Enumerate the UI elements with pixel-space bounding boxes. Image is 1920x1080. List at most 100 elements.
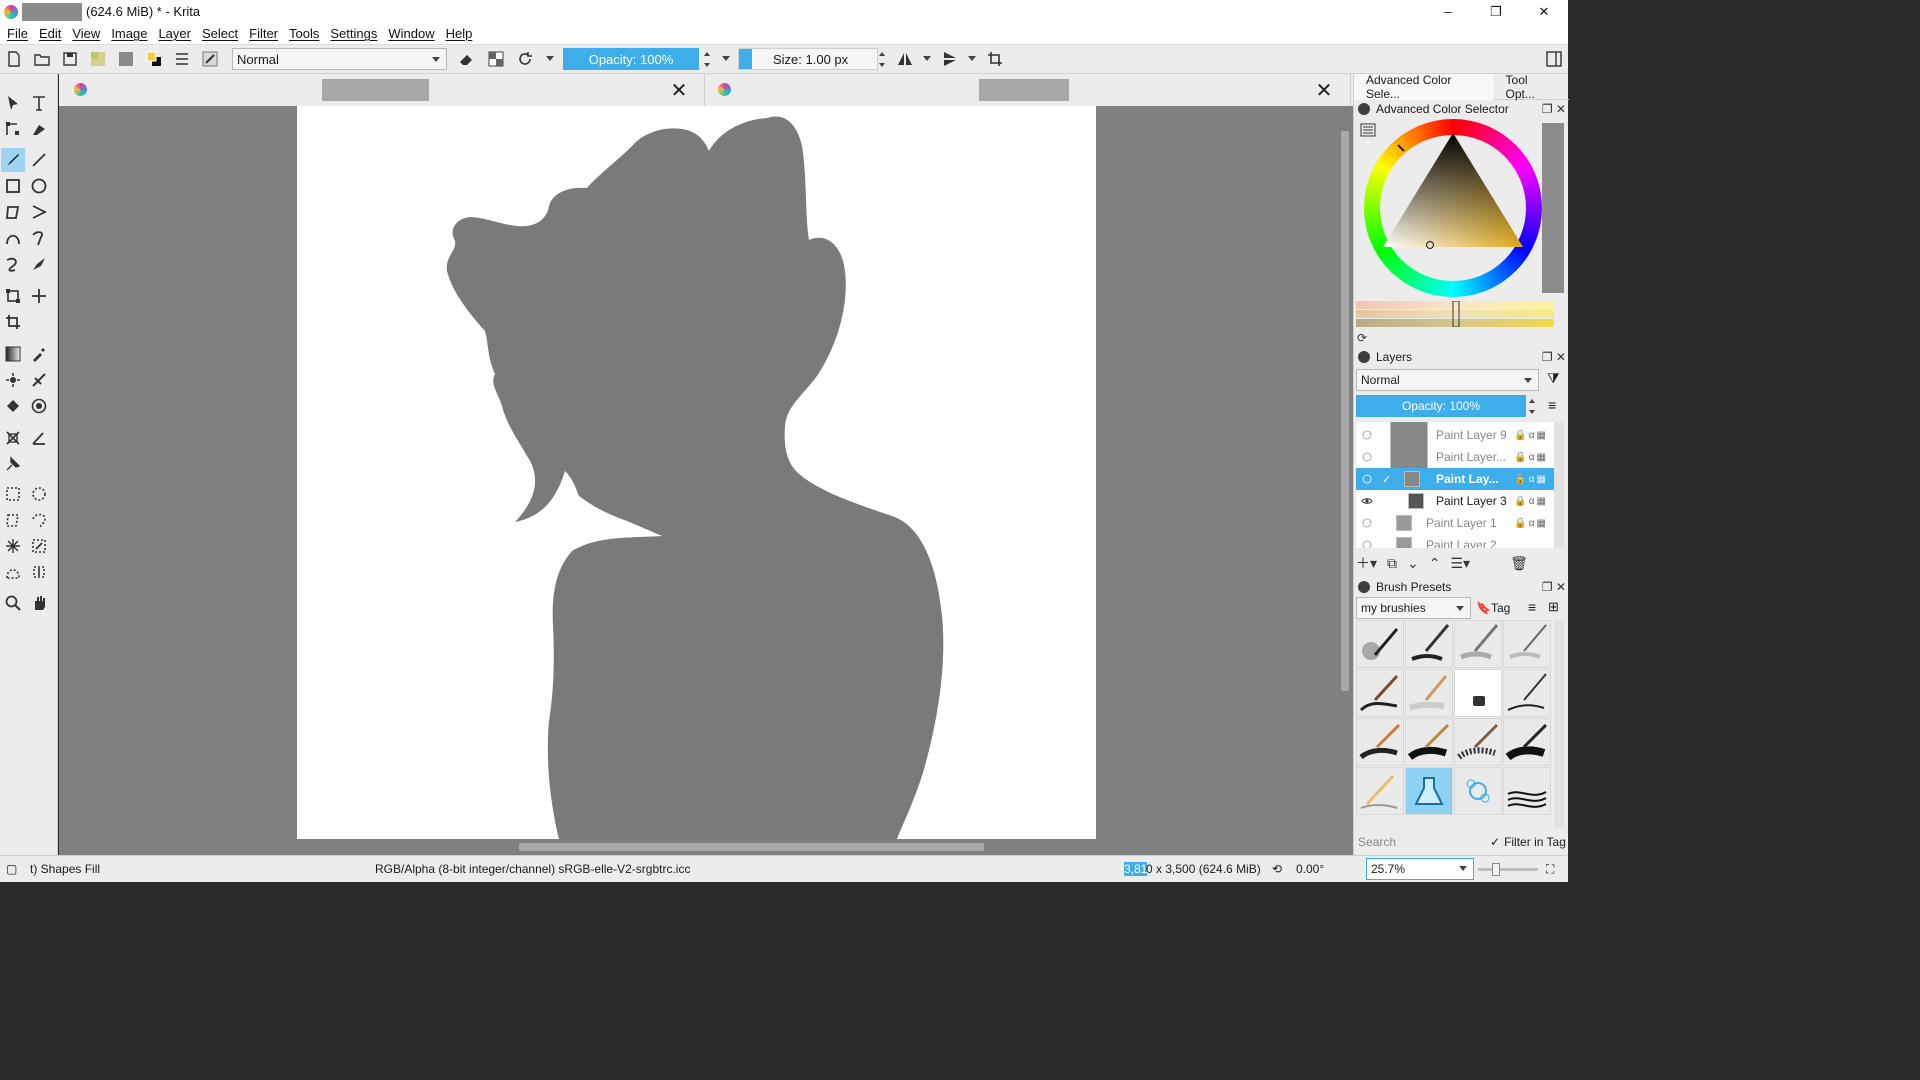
opacity-spinner[interactable] xyxy=(701,48,713,70)
pattern-preset-icon[interactable] xyxy=(112,46,140,72)
reference-icon[interactable] xyxy=(1,452,25,476)
refresh-icon[interactable]: ⟳ xyxy=(1357,331,1367,345)
docker-float-close-icon[interactable]: ❐ ✕ xyxy=(1542,580,1566,594)
mirror-v-dropdown-icon[interactable] xyxy=(968,56,976,61)
workspace-icon[interactable] xyxy=(1540,46,1568,72)
size-slider[interactable]: Size: 1.00 px xyxy=(738,48,878,70)
wrap-around-icon[interactable] xyxy=(981,46,1009,72)
freehand-brush-icon[interactable] xyxy=(1,148,25,172)
maximize-button[interactable]: ❐ xyxy=(1472,0,1520,23)
brush-preset[interactable] xyxy=(1405,669,1453,717)
layer-row[interactable]: Paint Layer... 🔒α▦ xyxy=(1356,446,1554,468)
color-wheel[interactable] xyxy=(1364,119,1542,297)
menu-image[interactable]: Image xyxy=(107,26,151,41)
status-rotation[interactable]: 0.00° xyxy=(1296,862,1324,876)
rotation-icon[interactable]: ⟲ xyxy=(1272,862,1282,876)
eraser-icon[interactable] xyxy=(452,46,480,72)
mirror-h-dropdown-icon[interactable] xyxy=(923,56,931,61)
brush-preset[interactable] xyxy=(1503,718,1551,766)
delete-layer-icon[interactable]: 🗑 xyxy=(1510,555,1528,572)
layers-blend-select[interactable]: Normal xyxy=(1356,369,1539,391)
menu-settings[interactable]: Settings xyxy=(326,26,381,41)
filter-icon[interactable]: ⧩ xyxy=(1547,370,1560,387)
zoom-icon[interactable] xyxy=(1,591,25,615)
visibility-icon[interactable] xyxy=(1361,429,1373,441)
blend-mode-select[interactable]: Normal xyxy=(232,48,447,70)
transform-icon[interactable] xyxy=(1,284,25,308)
move-layer-down-icon[interactable]: ⌄ xyxy=(1407,555,1419,572)
tab-advanced-color-selector[interactable]: Advanced Color Sele... xyxy=(1354,73,1494,101)
brush-preset[interactable] xyxy=(1405,718,1453,766)
freehand-select-icon[interactable] xyxy=(27,508,51,532)
brush-preset[interactable] xyxy=(1503,767,1551,815)
similar-select-icon[interactable] xyxy=(27,534,51,558)
menu-edit[interactable]: Edit xyxy=(35,26,65,41)
tag-button[interactable]: 🔖 Tag xyxy=(1476,597,1510,619)
minimize-button[interactable]: – xyxy=(1424,0,1472,23)
docker-lock-icon[interactable] xyxy=(1358,581,1370,593)
menu-select[interactable]: Select xyxy=(198,26,242,41)
preserve-alpha-icon[interactable] xyxy=(482,46,510,72)
fill-icon[interactable] xyxy=(1,394,25,418)
zoom-slider[interactable] xyxy=(1478,863,1538,876)
document-canvas[interactable] xyxy=(297,106,1096,839)
close-tab-icon[interactable]: ✕ xyxy=(669,79,689,102)
brush-preset[interactable] xyxy=(1454,620,1502,668)
layer-properties-icon[interactable]: ☰▾ xyxy=(1451,555,1471,572)
contiguous-select-icon[interactable] xyxy=(1,534,25,558)
brush-preset-selected[interactable] xyxy=(1405,767,1453,815)
move-icon[interactable] xyxy=(27,284,51,308)
enclose-fill-icon[interactable] xyxy=(27,394,51,418)
status-color-space[interactable]: RGB/Alpha (8-bit integer/channel) sRGB-e… xyxy=(375,862,690,876)
brush-tag-select[interactable]: my brushies xyxy=(1356,597,1471,619)
layer-props-icons[interactable]: 🔒α▦ xyxy=(1514,496,1548,507)
horizontal-scrollbar[interactable] xyxy=(59,839,1353,855)
layers-menu-icon[interactable]: ≡ xyxy=(1548,397,1556,413)
text-icon[interactable] xyxy=(27,91,51,115)
add-layer-icon[interactable]: ＋▾ xyxy=(1356,553,1377,573)
close-window-button[interactable]: ✕ xyxy=(1520,0,1568,23)
smart-patch-icon[interactable] xyxy=(27,368,51,392)
layer-row[interactable]: Paint Layer 2 xyxy=(1356,534,1554,548)
color-shade-strip[interactable] xyxy=(1356,301,1554,327)
visibility-icon[interactable] xyxy=(1361,473,1373,485)
duplicate-layer-icon[interactable]: ⧉ xyxy=(1387,555,1397,572)
layer-props-icons[interactable]: 🔒α▦ xyxy=(1514,474,1548,485)
brush-preset[interactable] xyxy=(1454,669,1502,717)
rectangle-icon[interactable] xyxy=(1,174,25,198)
pan-icon[interactable] xyxy=(27,591,51,615)
color-side-bar[interactable] xyxy=(1542,123,1564,293)
document-tab-2[interactable]: ✕ xyxy=(705,74,1351,106)
filter-in-tag-checkbox[interactable]: ✓ Filter in Tag xyxy=(1490,832,1566,852)
brush-preset[interactable] xyxy=(1356,620,1404,668)
docker-lock-icon[interactable] xyxy=(1358,351,1370,363)
gradient-icon[interactable] xyxy=(1,342,25,366)
tab-tool-options[interactable]: Tool Opt... xyxy=(1494,73,1569,101)
dynamic-brush-icon[interactable] xyxy=(1,252,25,276)
close-tab-icon[interactable]: ✕ xyxy=(1314,79,1334,102)
reload-dropdown-icon[interactable] xyxy=(546,56,554,61)
bezier-select-icon[interactable] xyxy=(1,560,25,584)
visibility-icon[interactable] xyxy=(1361,539,1373,548)
calligraphy-icon[interactable] xyxy=(27,117,51,141)
color-triangle[interactable] xyxy=(1364,119,1542,297)
zoom-slider-handle[interactable] xyxy=(1492,863,1500,876)
layer-list-scrollbar[interactable] xyxy=(1554,422,1564,548)
brush-search-input[interactable]: Search xyxy=(1356,832,1481,852)
line-icon[interactable] xyxy=(27,148,51,172)
polygon-icon[interactable] xyxy=(1,200,25,224)
docker-lock-icon[interactable] xyxy=(1358,103,1370,115)
brush-preset[interactable] xyxy=(1356,669,1404,717)
brush-preset[interactable] xyxy=(1454,718,1502,766)
opacity-dropdown-icon[interactable] xyxy=(722,56,730,61)
ellipse-select-icon[interactable] xyxy=(27,482,51,506)
brush-preset[interactable] xyxy=(1356,718,1404,766)
visibility-icon[interactable] xyxy=(1361,451,1373,463)
docker-float-close-icon[interactable]: ❐ ✕ xyxy=(1542,102,1566,116)
layers-opacity-slider[interactable]: Opacity: 100% xyxy=(1356,395,1526,417)
fg-bg-color-icon[interactable] xyxy=(140,46,168,72)
magnetic-select-icon[interactable] xyxy=(27,560,51,584)
fullscreen-icon[interactable]: ⛶ xyxy=(1546,862,1554,877)
brush-preset[interactable] xyxy=(1356,767,1404,815)
menu-help[interactable]: Help xyxy=(442,26,477,41)
